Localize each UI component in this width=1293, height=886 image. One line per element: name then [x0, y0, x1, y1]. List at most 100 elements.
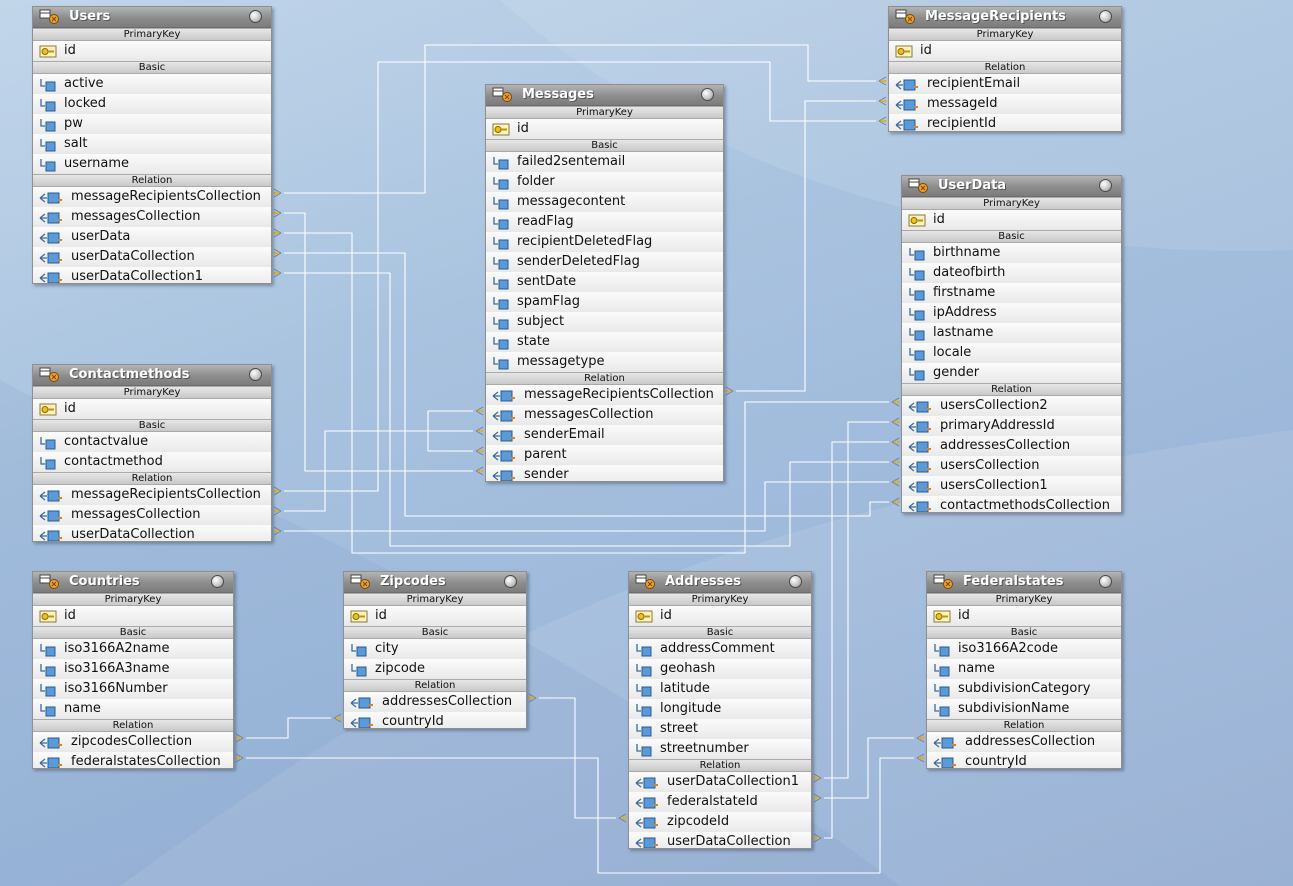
field-row[interactable]: name	[33, 699, 233, 719]
field-row[interactable]: messagetype	[486, 352, 723, 372]
entity-userdata[interactable]: UserData PrimaryKey id Basic birthname dateof…	[901, 175, 1122, 513]
field-row[interactable]: zipcode	[344, 659, 526, 679]
field-row[interactable]: id	[33, 399, 271, 419]
field-row[interactable]: pw	[33, 114, 271, 134]
field-row[interactable]: id	[344, 606, 526, 626]
entity-header[interactable]: Countries	[33, 572, 233, 593]
field-row[interactable]: addressesCollection	[902, 436, 1121, 456]
field-row[interactable]: city	[344, 639, 526, 659]
field-row[interactable]: recipientEmail	[889, 74, 1121, 94]
field-row[interactable]: zipcodesCollection	[33, 732, 233, 752]
field-row[interactable]: recipientId	[889, 114, 1121, 131]
field-row[interactable]: userDataCollection1	[33, 267, 271, 283]
collapse-button[interactable]	[249, 10, 262, 23]
field-row[interactable]: userDataCollection1	[629, 772, 811, 792]
field-row[interactable]: locked	[33, 94, 271, 114]
field-row[interactable]: folder	[486, 172, 723, 192]
field-row[interactable]: iso3166Number	[33, 679, 233, 699]
field-row[interactable]: geohash	[629, 659, 811, 679]
field-row[interactable]: id	[902, 210, 1121, 230]
field-row[interactable]: readFlag	[486, 212, 723, 232]
field-row[interactable]: messageId	[889, 94, 1121, 114]
field-row[interactable]: userData	[33, 227, 271, 247]
field-row[interactable]: id	[486, 119, 723, 139]
entity-messagerecipients[interactable]: MessageRecipients PrimaryKey id Relation rec…	[888, 6, 1122, 132]
collapse-button[interactable]	[1099, 10, 1112, 23]
entity-countries[interactable]: Countries PrimaryKey id Basic iso3166A2name i…	[32, 571, 234, 769]
collapse-button[interactable]	[211, 575, 224, 588]
field-row[interactable]: iso3166A2code	[927, 639, 1121, 659]
entity-users[interactable]: Users PrimaryKey id Basic active locked pw salt…	[32, 6, 272, 284]
field-row[interactable]: countryId	[927, 752, 1121, 768]
field-row[interactable]: addressesCollection	[344, 692, 526, 712]
field-row[interactable]: iso3166A2name	[33, 639, 233, 659]
field-row[interactable]: ipAddress	[902, 303, 1121, 323]
field-row[interactable]: streetnumber	[629, 739, 811, 759]
entity-header[interactable]: Zipcodes	[344, 572, 526, 593]
collapse-button[interactable]	[1099, 575, 1112, 588]
field-row[interactable]: usersCollection1	[902, 476, 1121, 496]
field-row[interactable]: iso3166A3name	[33, 659, 233, 679]
field-row[interactable]: street	[629, 719, 811, 739]
field-row[interactable]: id	[889, 41, 1121, 61]
field-row[interactable]: contactvalue	[33, 432, 271, 452]
collapse-button[interactable]	[1099, 179, 1112, 192]
field-row[interactable]: countryId	[344, 712, 526, 728]
entity-messages[interactable]: Messages PrimaryKey id Basic failed2sentemai…	[485, 84, 724, 482]
field-row[interactable]: state	[486, 332, 723, 352]
field-row[interactable]: lastname	[902, 323, 1121, 343]
entity-header[interactable]: Addresses	[629, 572, 811, 593]
entity-federalstates[interactable]: Federalstates PrimaryKey id Basic iso3166A2c…	[926, 571, 1122, 769]
field-row[interactable]: userDataCollection	[629, 832, 811, 848]
field-row[interactable]: dateofbirth	[902, 263, 1121, 283]
field-row[interactable]: parent	[486, 445, 723, 465]
entity-header[interactable]: Contactmethods	[33, 365, 271, 386]
entity-header[interactable]: UserData	[902, 176, 1121, 197]
field-row[interactable]: sentDate	[486, 272, 723, 292]
field-row[interactable]: userDataCollection	[33, 525, 271, 541]
field-row[interactable]: latitude	[629, 679, 811, 699]
field-row[interactable]: usersCollection2	[902, 396, 1121, 416]
entity-header[interactable]: Federalstates	[927, 572, 1121, 593]
field-row[interactable]: subdivisionCategory	[927, 679, 1121, 699]
collapse-button[interactable]	[249, 368, 262, 381]
field-row[interactable]: gender	[902, 363, 1121, 383]
field-row[interactable]: failed2sentemail	[486, 152, 723, 172]
entity-contactmethods[interactable]: Contactmethods PrimaryKey id Basic contactva…	[32, 364, 272, 542]
field-row[interactable]: senderEmail	[486, 425, 723, 445]
field-row[interactable]: salt	[33, 134, 271, 154]
field-row[interactable]: sender	[486, 465, 723, 481]
field-row[interactable]: contactmethodsCollection	[902, 496, 1121, 512]
entity-header[interactable]: MessageRecipients	[889, 7, 1121, 28]
field-row[interactable]: primaryAddressId	[902, 416, 1121, 436]
field-row[interactable]: usersCollection	[902, 456, 1121, 476]
collapse-button[interactable]	[701, 88, 714, 101]
field-row[interactable]: id	[629, 606, 811, 626]
field-row[interactable]: name	[927, 659, 1121, 679]
field-row[interactable]: federalstateId	[629, 792, 811, 812]
entity-header[interactable]: Messages	[486, 85, 723, 106]
field-row[interactable]: active	[33, 74, 271, 94]
field-row[interactable]: id	[33, 606, 233, 626]
field-row[interactable]: id	[33, 41, 271, 61]
field-row[interactable]: messagesCollection	[486, 405, 723, 425]
collapse-button[interactable]	[789, 575, 802, 588]
field-row[interactable]: federalstatesCollection	[33, 752, 233, 768]
field-row[interactable]: subject	[486, 312, 723, 332]
field-row[interactable]: messagesCollection	[33, 505, 271, 525]
field-row[interactable]: longitude	[629, 699, 811, 719]
field-row[interactable]: recipientDeletedFlag	[486, 232, 723, 252]
field-row[interactable]: username	[33, 154, 271, 174]
collapse-button[interactable]	[504, 575, 517, 588]
field-row[interactable]: id	[927, 606, 1121, 626]
field-row[interactable]: messagesCollection	[33, 207, 271, 227]
field-row[interactable]: messagecontent	[486, 192, 723, 212]
field-row[interactable]: senderDeletedFlag	[486, 252, 723, 272]
field-row[interactable]: spamFlag	[486, 292, 723, 312]
field-row[interactable]: userDataCollection	[33, 247, 271, 267]
entity-addresses[interactable]: Addresses PrimaryKey id Basic addressComment…	[628, 571, 812, 849]
field-row[interactable]: messageRecipientsCollection	[486, 385, 723, 405]
field-row[interactable]: addressComment	[629, 639, 811, 659]
field-row[interactable]: contactmethod	[33, 452, 271, 472]
field-row[interactable]: messageRecipientsCollection	[33, 485, 271, 505]
